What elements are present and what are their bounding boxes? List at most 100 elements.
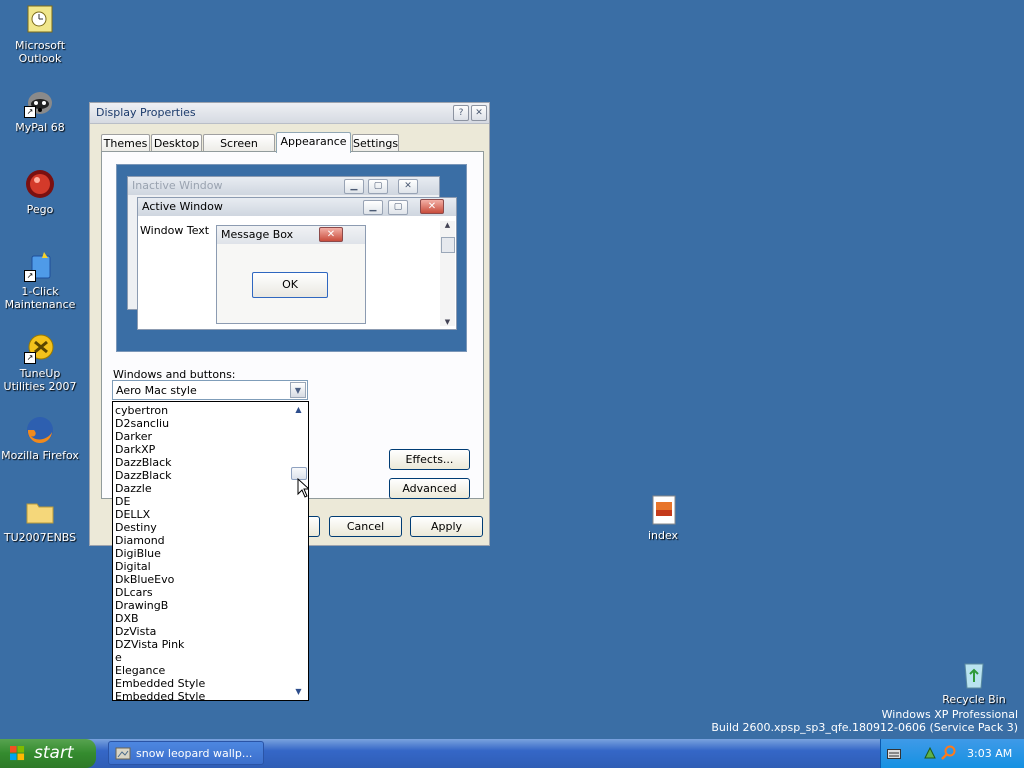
dropdown-item[interactable]: DZVista Pink <box>115 638 184 651</box>
keyboard-icon[interactable] <box>887 748 901 760</box>
outlook-icon <box>24 4 56 36</box>
folder-icon <box>24 496 56 528</box>
search-icon[interactable] <box>941 745 957 761</box>
dropdown-item[interactable]: DkBlueEvo <box>115 573 174 586</box>
dropdown-item[interactable]: Destiny <box>115 521 157 534</box>
preview-ok-button: OK <box>252 272 328 298</box>
dropdown-item[interactable]: Embedded Style <box>115 677 205 690</box>
help-button[interactable]: ? <box>453 105 469 121</box>
active-window-title: Active Window <box>138 198 456 216</box>
mouse-cursor-icon <box>297 478 309 498</box>
scroll-down-icon[interactable]: ▼ <box>290 685 307 699</box>
tab-appearance[interactable]: Appearance <box>276 132 351 153</box>
selected-style-value: Aero Mac style <box>116 384 197 397</box>
close-icon: ✕ <box>398 179 418 194</box>
apply-button[interactable]: Apply <box>410 516 483 537</box>
maximize-icon: ▢ <box>388 200 408 215</box>
desktop-icon-tu2007enbs[interactable]: TU2007ENBS <box>0 496 80 544</box>
os-version-watermark: Windows XP Professional Build 2600.xpsp_… <box>711 708 1018 734</box>
window-titlebar[interactable]: Display Properties ? ✕ <box>90 103 489 124</box>
pego-icon <box>24 168 56 200</box>
shortcut-arrow-icon: ↗ <box>24 352 36 364</box>
dropdown-item[interactable]: DigiBlue <box>115 547 161 560</box>
window-text: Window Text <box>140 224 210 237</box>
recycle-bin-icon <box>958 658 990 690</box>
dropdown-item[interactable]: DLcars <box>115 586 153 599</box>
desktop-icon-label: Recycle Bin <box>942 693 1006 706</box>
dropdown-item[interactable]: e <box>115 651 122 664</box>
desktop-icon-label: Microsoft Outlook <box>14 39 66 65</box>
appearance-preview: Inactive Window ▁ ▢ ✕ Active Window ▁ ▢ … <box>116 164 467 352</box>
image-file-icon <box>647 494 679 526</box>
minimize-icon: ▁ <box>363 200 383 215</box>
network-icon[interactable] <box>923 746 937 760</box>
dropdown-item[interactable]: DrawingB <box>115 599 168 612</box>
desktop-icon-recycle-bin[interactable]: Recycle Bin <box>934 658 1014 706</box>
preview-message-box: Message Box ✕ OK <box>216 225 366 324</box>
desktop-icon-label: 1-Click Maintenance <box>4 285 76 311</box>
dropdown-item[interactable]: Diamond <box>115 534 165 547</box>
dropdown-item[interactable]: cybertron <box>115 404 168 417</box>
tuneup-icon: ↗ <box>24 332 56 364</box>
desktop-icon-maintenance[interactable]: ↗ 1-Click Maintenance <box>0 250 80 311</box>
effects-button[interactable]: Effects... <box>389 449 470 470</box>
taskbar-item-snow-leopard[interactable]: snow leopard wallp... <box>108 741 264 765</box>
dropdown-scrollbar[interactable]: ▲ ▼ <box>290 403 307 699</box>
desktop-icon-mypal[interactable]: ↗ MyPal 68 <box>0 86 80 134</box>
os-edition-text: Windows XP Professional <box>881 708 1018 721</box>
windows-flag-icon <box>10 746 25 761</box>
shortcut-arrow-icon: ↗ <box>24 106 36 118</box>
scroll-down-icon: ▼ <box>444 318 451 326</box>
dropdown-item[interactable]: DzVista <box>115 625 156 638</box>
desktop-icon-index[interactable]: index <box>623 494 703 542</box>
window-title: Display Properties <box>96 106 196 119</box>
tab-screen-saver[interactable]: Screen Saver <box>203 134 275 167</box>
tab-themes[interactable]: Themes <box>101 134 150 152</box>
scroll-thumb <box>441 237 455 253</box>
desktop-icon-pego[interactable]: Pego <box>0 168 80 216</box>
desktop-icon-label: MyPal 68 <box>15 121 65 134</box>
desktop-icon-label: index <box>647 529 679 542</box>
dropdown-item[interactable]: DazzBlack <box>115 456 172 469</box>
clock[interactable]: 3:03 AM <box>967 747 1012 760</box>
desktop-icon-label: TU2007ENBS <box>3 531 77 544</box>
dropdown-item[interactable]: Elegance <box>115 664 165 677</box>
taskbar: start snow leopard wallp... 3:03 AM <box>0 739 1024 768</box>
scroll-up-icon: ▲ <box>444 221 451 229</box>
cancel-button[interactable]: Cancel <box>329 516 402 537</box>
dropdown-item[interactable]: DarkXP <box>115 443 155 456</box>
style-dropdown-list[interactable]: cybertron D2sancliu Darker DarkXP DazzBlack D… <box>112 401 309 701</box>
advanced-button[interactable]: Advanced <box>389 478 470 499</box>
windows-buttons-select[interactable]: Aero Mac style ▼ <box>112 380 308 400</box>
maximize-icon: ▢ <box>368 179 388 194</box>
system-tray: 3:03 AM <box>880 739 1024 768</box>
dropdown-item[interactable]: DazzBlack <box>115 469 172 482</box>
mypal-raccoon-icon: ↗ <box>24 86 56 118</box>
dropdown-item[interactable]: Darker <box>115 430 152 443</box>
tab-settings[interactable]: Settings <box>352 134 399 152</box>
start-button[interactable]: start <box>0 739 96 768</box>
chevron-down-icon[interactable]: ▼ <box>290 382 306 398</box>
preview-scrollbar: ▲ ▼ <box>440 221 455 326</box>
dropdown-item[interactable]: Dazzle <box>115 482 152 495</box>
desktop-icon-label: Mozilla Firefox <box>1 449 79 462</box>
close-button[interactable]: ✕ <box>471 105 487 121</box>
inactive-window-title: Inactive Window <box>128 177 439 195</box>
desktop-icon-outlook[interactable]: Microsoft Outlook <box>0 4 80 65</box>
program-icon <box>115 747 131 760</box>
dropdown-item[interactable]: Digital <box>115 560 151 573</box>
shortcut-arrow-icon: ↗ <box>24 270 36 282</box>
dropdown-item[interactable]: DE <box>115 495 130 508</box>
dropdown-item[interactable]: DELLX <box>115 508 150 521</box>
desktop-icon-firefox[interactable]: Mozilla Firefox <box>0 414 80 462</box>
dropdown-item[interactable]: DXB <box>115 612 139 625</box>
dropdown-item[interactable]: Embedded Style <box>115 690 205 700</box>
desktop-icon-tuneup[interactable]: ↗ TuneUp Utilities 2007 <box>0 332 80 393</box>
tab-desktop[interactable]: Desktop <box>151 134 202 152</box>
close-icon: ✕ <box>319 227 343 242</box>
scroll-up-icon[interactable]: ▲ <box>290 403 307 417</box>
close-icon: ✕ <box>420 199 444 214</box>
os-build-text: Build 2600.xpsp_sp3_qfe.180912-0606 (Ser… <box>711 721 1018 734</box>
dropdown-item[interactable]: D2sancliu <box>115 417 169 430</box>
taskbar-item-label: snow leopard wallp... <box>136 747 253 760</box>
